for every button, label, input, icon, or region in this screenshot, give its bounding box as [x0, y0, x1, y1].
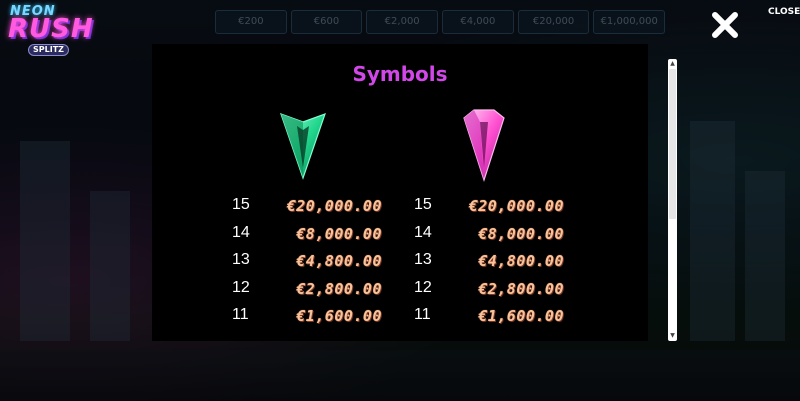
payout-row: 12 €2,800.00: [414, 279, 564, 307]
symbol-count: 15: [232, 196, 250, 213]
paytable-scrollbar[interactable]: ▲ ▼: [668, 59, 677, 341]
payout-row: 15 €20,000.00: [414, 196, 564, 224]
logo-line-2: RUSH: [8, 14, 94, 44]
symbol-count: 13: [414, 251, 432, 268]
jackpot-chip: €600: [290, 10, 363, 34]
payout-value: €2,800.00: [296, 279, 382, 298]
game-control-bar: [0, 350, 800, 401]
payout-value: €4,800.00: [296, 252, 382, 270]
jackpot-chip: €4,000: [442, 10, 514, 34]
payout-value: €1,600.00: [296, 307, 382, 325]
payout-row: 14 €8,000.00: [414, 224, 564, 252]
jackpot-chip: €20,000: [517, 10, 590, 34]
payout-value: €8,000.00: [478, 224, 564, 243]
payout-value: €4,800.00: [478, 252, 564, 270]
jackpot-strip: €200 €600 €2,000 €4,000 €20,000 €1,000,0…: [215, 10, 666, 34]
scrollbar-thumb[interactable]: [669, 69, 676, 219]
payout-value: €2,800.00: [478, 279, 564, 298]
close-label[interactable]: CLOSE: [768, 7, 800, 17]
symbol-count: 11: [232, 306, 249, 323]
symbol-count: 11: [414, 306, 431, 323]
paytable-title: Symbols: [352, 62, 448, 86]
paytable-panel: Symbols 15 €20,000.00 14 €8,000.00 13 €4…: [152, 44, 648, 341]
jackpot-chip: €200: [215, 10, 287, 34]
paytable-column-pink: 15 €20,000.00 14 €8,000.00 13 €4,800.00 …: [414, 196, 564, 334]
scroll-up-arrow-icon[interactable]: ▲: [668, 60, 677, 68]
scroll-down-arrow-icon[interactable]: ▼: [668, 332, 677, 340]
symbol-count: 14: [414, 223, 432, 241]
payout-value: €20,000.00: [468, 197, 564, 215]
symbol-count: 13: [232, 251, 250, 268]
jackpot-chip: €2,000: [366, 10, 439, 34]
close-icon: [712, 12, 738, 38]
symbol-count: 15: [414, 196, 432, 213]
paytable-column-green: 15 €20,000.00 14 €8,000.00 13 €4,800.00 …: [232, 196, 382, 334]
close-button[interactable]: [709, 9, 741, 41]
green-crystal-icon: [280, 113, 326, 180]
symbol-count: 14: [232, 223, 250, 241]
payout-row: 13 €4,800.00: [414, 251, 564, 279]
payout-row: 11 €1,600.00: [232, 306, 382, 334]
jackpot-chip: €1,000,000: [593, 10, 666, 34]
pink-crystal-icon: [463, 109, 505, 182]
payout-row: 12 €2,800.00: [232, 279, 382, 307]
payout-row: 15 €20,000.00: [232, 196, 382, 224]
payout-value: €8,000.00: [296, 224, 382, 243]
symbol-count: 12: [232, 278, 250, 296]
logo-line-3: SPLITZ: [28, 44, 69, 56]
payout-value: €20,000.00: [286, 197, 382, 215]
symbol-count: 12: [414, 278, 432, 296]
payout-row: 11 €1,600.00: [414, 306, 564, 334]
game-logo: NEON RUSH SPLITZ: [6, 4, 93, 56]
payout-value: €1,600.00: [478, 307, 564, 325]
payout-row: 14 €8,000.00: [232, 224, 382, 252]
payout-row: 13 €4,800.00: [232, 251, 382, 279]
